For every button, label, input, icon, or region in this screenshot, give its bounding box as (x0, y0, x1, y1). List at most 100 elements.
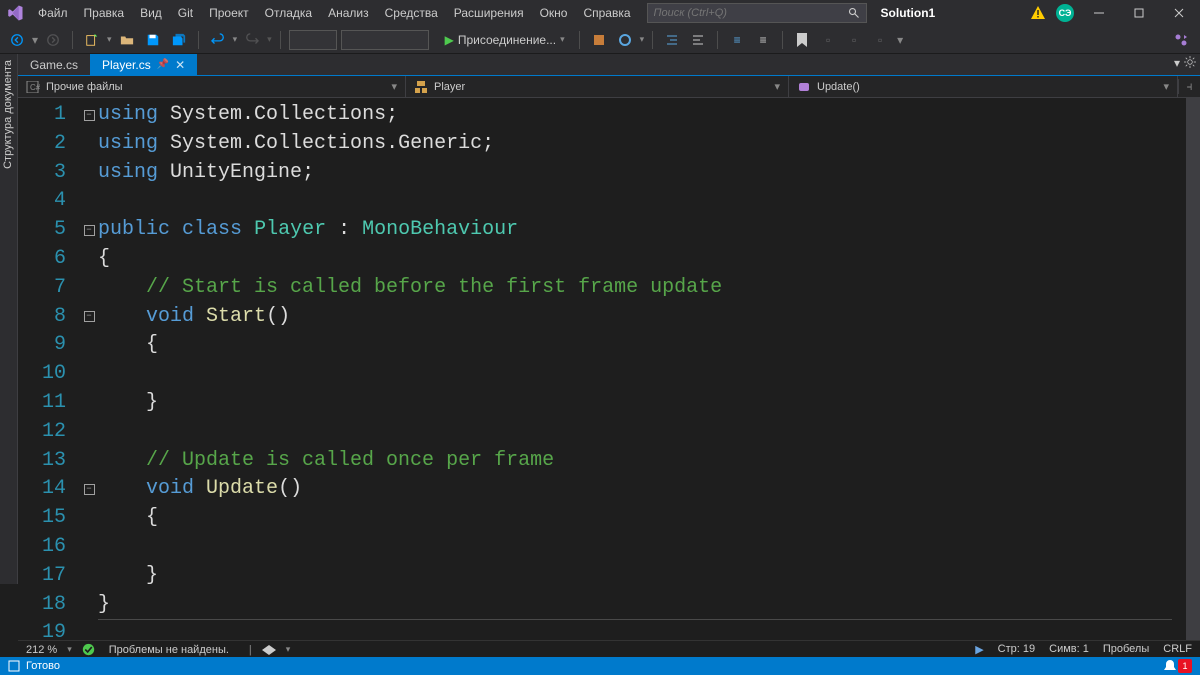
user-avatar[interactable]: СЭ (1056, 4, 1074, 22)
document-tabs: Game.cs Player.cs 📌 ✕ ▾ (18, 54, 1200, 76)
status-text: Готово (26, 660, 60, 672)
play-icon: ▶ (445, 33, 454, 47)
line-number: 13 (18, 447, 80, 476)
bookmark-icon[interactable] (791, 29, 813, 51)
notifications-button[interactable]: 1 (1164, 659, 1192, 673)
menu-файл[interactable]: Файл (30, 3, 76, 23)
nav-back-button[interactable] (6, 29, 28, 51)
code-area[interactable]: using System.Collections; using System.C… (98, 98, 1186, 640)
vertical-scrollbar[interactable] (1186, 98, 1200, 640)
menu-отладка[interactable]: Отладка (257, 3, 320, 23)
fold-column: − − − − (80, 98, 98, 640)
line-number: 12 (18, 418, 80, 447)
solution-name: Solution1 (881, 6, 936, 20)
feedback-icon[interactable] (262, 644, 276, 656)
class-icon (414, 80, 428, 94)
config-dropdown[interactable] (289, 30, 337, 50)
search-input[interactable] (654, 7, 860, 19)
doc-outline-panel-tab[interactable]: Структура документа (0, 54, 18, 584)
close-tab-icon[interactable]: ✕ (175, 58, 185, 72)
fold-toggle[interactable]: − (84, 484, 95, 495)
open-file-button[interactable] (116, 29, 138, 51)
line-number: 2 (18, 130, 80, 159)
redo-button (241, 29, 263, 51)
caret-line[interactable]: Стр: 19 (998, 643, 1035, 656)
zoom-dropdown-icon[interactable]: ▾ (67, 644, 72, 655)
line-number: 4 (18, 187, 80, 216)
line-number: 14 (18, 475, 80, 504)
fold-toggle[interactable]: − (84, 110, 95, 121)
fold-toggle[interactable]: − (84, 311, 95, 322)
nav-member-dropdown[interactable]: Update() ▾ (789, 76, 1178, 97)
line-number: 8 (18, 303, 80, 332)
method-icon (797, 80, 811, 94)
menu-расширения[interactable]: Расширения (446, 3, 532, 23)
ready-icon (8, 660, 20, 672)
fold-toggle[interactable]: − (84, 225, 95, 236)
line-ending[interactable]: CRLF (1163, 643, 1192, 656)
line-number: 5 (18, 216, 80, 245)
menu-проект[interactable]: Проект (201, 3, 257, 23)
visual-studio-icon (6, 4, 24, 22)
nav-arrow-icon[interactable]: ▶ (975, 643, 983, 656)
caret-col[interactable]: Симв: 1 (1049, 643, 1089, 656)
maximize-button[interactable] (1124, 3, 1154, 23)
search-box[interactable] (647, 3, 867, 23)
menu-правка[interactable]: Правка (76, 3, 133, 23)
tab-overflow-icon[interactable]: ▾ (1174, 56, 1180, 70)
nav-class-dropdown[interactable]: Player ▾ (406, 76, 789, 97)
search-icon (848, 7, 860, 19)
uncomment-icon[interactable]: ≡ (752, 29, 774, 51)
outdent-icon[interactable] (687, 29, 709, 51)
save-all-button[interactable] (168, 29, 190, 51)
tool-icon-1[interactable] (588, 29, 610, 51)
main-toolbar: ▾ ▾ ▾ ▾ ▶ Присоединение... ▾ ▾ ≡ ≡ ▫ ▫ ▫… (0, 26, 1200, 54)
code-editor[interactable]: 12345678910111213141516171819 − − − − us… (18, 98, 1186, 640)
nav-split-icon[interactable]: ⫞ (1178, 79, 1200, 94)
menu-git[interactable]: Git (170, 3, 201, 23)
line-number: 17 (18, 562, 80, 591)
warning-icon (1030, 5, 1046, 21)
indent-mode[interactable]: Пробелы (1103, 643, 1149, 656)
tab-player-cs[interactable]: Player.cs 📌 ✕ (90, 54, 197, 75)
close-button[interactable] (1164, 3, 1194, 23)
menu-анализ[interactable]: Анализ (320, 3, 377, 23)
issues-text[interactable]: Проблемы не найдены. (109, 644, 229, 656)
line-number: 18 (18, 591, 80, 620)
menu-bar: ФайлПравкаВидGitПроектОтладкаАнализСредс… (0, 0, 1200, 26)
menu-вид[interactable]: Вид (132, 3, 170, 23)
line-number: 16 (18, 533, 80, 562)
line-number: 15 (18, 504, 80, 533)
tool-b[interactable]: ▫ (843, 29, 865, 51)
indent-icon[interactable] (661, 29, 683, 51)
platform-dropdown[interactable] (341, 30, 429, 50)
tool-icon-2[interactable] (614, 29, 636, 51)
line-number: 1 (18, 101, 80, 130)
status-bar: Готово 1 (0, 657, 1200, 675)
editor-status-strip: 212 % ▾ Проблемы не найдены. | ▾ ▶ Стр: … (18, 640, 1200, 658)
minimize-button[interactable] (1084, 3, 1114, 23)
line-number: 9 (18, 331, 80, 360)
nav-scope-dropdown[interactable]: C# Прочие файлы ▾ (18, 76, 406, 97)
new-item-button[interactable] (81, 29, 103, 51)
attach-process-button[interactable]: ▶ Присоединение... ▾ (439, 31, 571, 49)
menu-средства[interactable]: Средства (377, 3, 446, 23)
tool-a[interactable]: ▫ (817, 29, 839, 51)
undo-button[interactable] (207, 29, 229, 51)
zoom-level[interactable]: 212 % (26, 644, 57, 656)
menu-справка[interactable]: Справка (575, 3, 638, 23)
tab-game-cs[interactable]: Game.cs (18, 54, 90, 75)
pin-icon[interactable]: 📌 (157, 59, 169, 70)
live-share-icon[interactable] (1170, 29, 1192, 51)
comment-icon[interactable]: ≡ (726, 29, 748, 51)
menu-окно[interactable]: Окно (532, 3, 576, 23)
svg-text:C#: C# (30, 83, 40, 92)
save-button[interactable] (142, 29, 164, 51)
tab-settings-icon[interactable] (1184, 56, 1196, 70)
bell-icon (1164, 659, 1176, 673)
tool-c[interactable]: ▫ (869, 29, 891, 51)
line-number: 6 (18, 245, 80, 274)
line-number: 11 (18, 389, 80, 418)
line-number: 3 (18, 159, 80, 188)
line-number: 7 (18, 274, 80, 303)
